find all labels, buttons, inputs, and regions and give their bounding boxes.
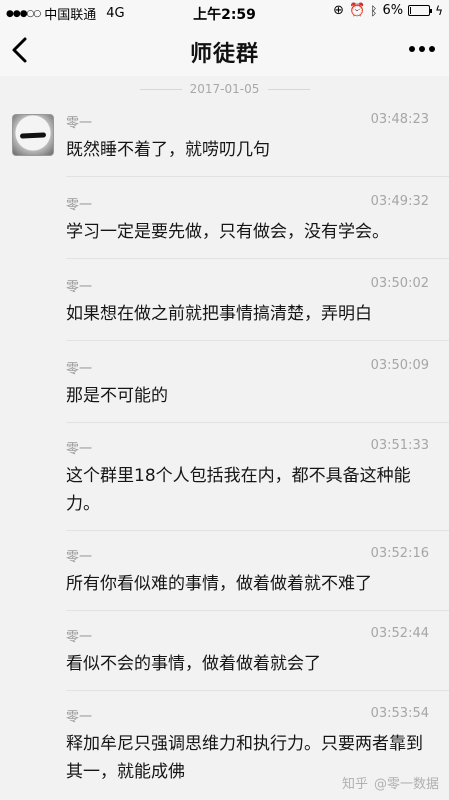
message-time: 03:50:09 bbox=[370, 358, 429, 373]
message-sender[interactable]: 零一 bbox=[66, 438, 92, 457]
message-divider bbox=[66, 422, 449, 423]
message-time: 03:50:02 bbox=[370, 276, 429, 291]
message-divider bbox=[66, 258, 449, 259]
message-item: 零一 03:52:44 看似不会的事情，做着做着就会了 bbox=[66, 626, 433, 684]
nav-bar: 师徒群 bbox=[0, 24, 449, 76]
message-divider bbox=[66, 340, 449, 341]
battery-icon bbox=[408, 5, 433, 16]
more-dots-icon bbox=[409, 46, 435, 52]
message-item: 零一 03:50:02 如果想在做之前就把事情搞清楚，弄明白 bbox=[66, 276, 433, 334]
message-divider bbox=[66, 530, 449, 531]
date-separator-text: 2017-01-05 bbox=[189, 82, 260, 96]
message-text[interactable]: 这个群里18个人包括我在内，都不具备这种能力。 bbox=[66, 462, 427, 518]
message-item: 零一 03:49:32 学习一定是要先做，只有做会，没有学会。 bbox=[66, 194, 433, 252]
message-item: 零一 03:52:16 所有你看似难的事情，做着做着就不难了 bbox=[66, 546, 433, 604]
message-text[interactable]: 学习一定是要先做，只有做会，没有学会。 bbox=[66, 218, 427, 246]
message-item: 零一 03:50:09 那是不可能的 bbox=[66, 358, 433, 416]
message-divider bbox=[66, 610, 449, 611]
message-sender[interactable]: 零一 bbox=[66, 358, 92, 377]
date-separator: 2017-01-05 bbox=[0, 80, 449, 100]
status-bar: ●●●○○ 中国联通 4G 上午2:59 ⊕ ⏰ ᛒ 6% ϟ bbox=[0, 0, 449, 24]
more-button[interactable] bbox=[407, 34, 437, 71]
bluetooth-icon: ᛒ bbox=[370, 3, 378, 18]
message-time: 03:52:44 bbox=[370, 626, 429, 641]
battery-fill bbox=[410, 7, 412, 14]
date-separator-line-right bbox=[268, 89, 310, 90]
message-sender[interactable]: 零一 bbox=[66, 112, 92, 131]
message-time: 03:52:16 bbox=[370, 546, 429, 561]
watermark-site: 知乎 bbox=[341, 777, 368, 792]
message-text[interactable]: 既然睡不着了，就唠叨几句 bbox=[66, 136, 427, 164]
chat-title: 师徒群 bbox=[189, 42, 259, 67]
message-sender[interactable]: 零一 bbox=[66, 546, 92, 565]
avatar[interactable] bbox=[12, 114, 54, 156]
message-text[interactable]: 所有你看似难的事情，做着做着就不难了 bbox=[66, 570, 427, 598]
message-time: 03:49:32 bbox=[370, 194, 429, 209]
watermark: 知乎 @零一数据 bbox=[342, 773, 439, 792]
orientation-lock-icon: ⊕ bbox=[333, 3, 345, 18]
message-divider bbox=[66, 176, 449, 177]
message-item: 零一 03:51:33 这个群里18个人包括我在内，都不具备这种能力。 bbox=[66, 438, 433, 526]
battery-percent-label: 6% bbox=[382, 3, 404, 18]
message-sender[interactable]: 零一 bbox=[66, 706, 92, 725]
message-sender[interactable]: 零一 bbox=[66, 194, 92, 213]
message-text[interactable]: 那是不可能的 bbox=[66, 382, 427, 410]
message-sender[interactable]: 零一 bbox=[66, 626, 92, 645]
message-time: 03:48:23 bbox=[370, 112, 429, 127]
message-divider bbox=[66, 690, 449, 691]
message-time: 03:51:33 bbox=[370, 438, 429, 453]
charging-icon: ϟ bbox=[435, 3, 443, 18]
alarm-icon: ⏰ bbox=[349, 3, 366, 18]
watermark-author: @零一数据 bbox=[373, 777, 439, 792]
avatar-brush-mark bbox=[19, 132, 47, 139]
message-item: 零一 03:48:23 既然睡不着了，就唠叨几句 bbox=[66, 112, 433, 170]
message-text[interactable]: 看似不会的事情，做着做着就会了 bbox=[66, 650, 427, 678]
message-sender[interactable]: 零一 bbox=[66, 276, 92, 295]
message-time: 03:53:54 bbox=[370, 706, 429, 721]
status-right: ⊕ ⏰ ᛒ 6% ϟ bbox=[333, 3, 443, 18]
message-text[interactable]: 如果想在做之前就把事情搞清楚，弄明白 bbox=[66, 300, 427, 328]
